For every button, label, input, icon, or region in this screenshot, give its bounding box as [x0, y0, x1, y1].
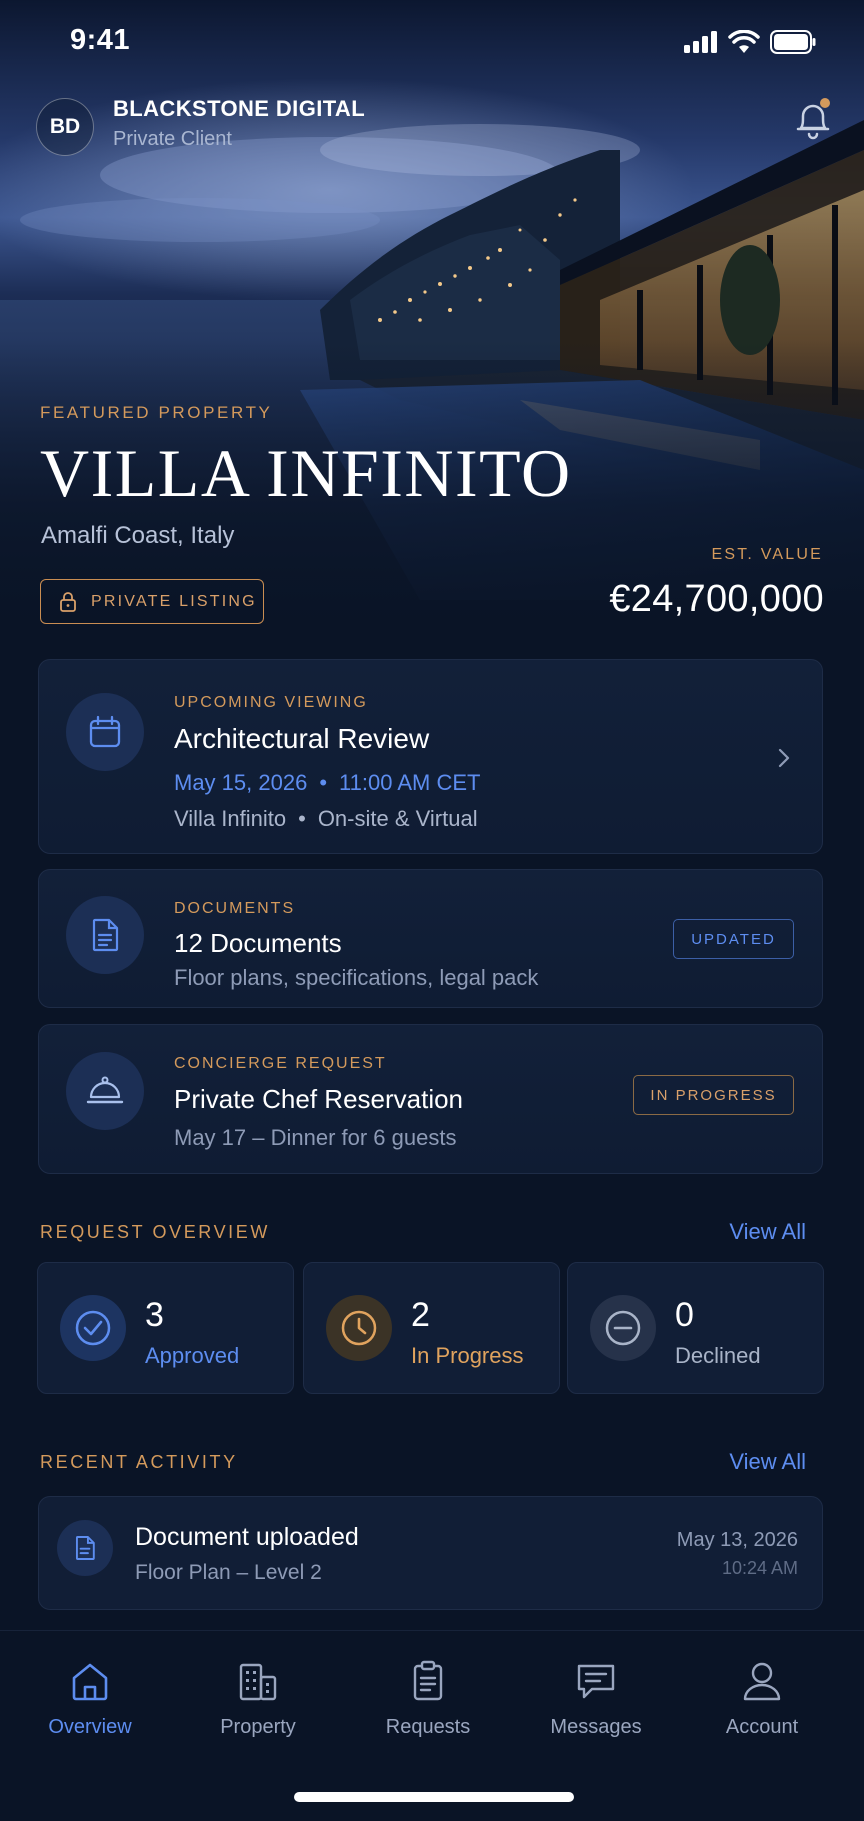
- concierge-label: CONCIERGE REQUEST: [174, 1055, 387, 1072]
- battery-icon: [770, 30, 816, 54]
- concierge-card[interactable]: CONCIERGE REQUEST Private Chef Reservati…: [38, 1024, 823, 1174]
- activity-item[interactable]: Document uploaded Floor Plan – Level 2 M…: [38, 1496, 823, 1610]
- documents-title: 12 Documents: [174, 928, 342, 958]
- concierge-icon-badge: [66, 1052, 144, 1130]
- request-overview-label: REQUEST OVERVIEW: [40, 1222, 270, 1242]
- tab-overview[interactable]: Overview: [15, 1660, 165, 1739]
- status-icons: [684, 30, 816, 54]
- chevron-right-icon: [778, 748, 790, 768]
- tab-overview-label: Overview: [48, 1716, 132, 1738]
- service-bell-icon: [86, 1076, 124, 1104]
- viewing-label: UPCOMING VIEWING: [174, 694, 368, 711]
- stat-in-progress[interactable]: 2 In Progress: [303, 1262, 560, 1394]
- stat-declined[interactable]: 0 Declined: [567, 1262, 824, 1394]
- tab-requests[interactable]: Requests: [353, 1660, 503, 1739]
- tab-messages-label: Messages: [550, 1716, 642, 1738]
- documents-subtitle: Floor plans, specifications, legal pack: [174, 965, 539, 990]
- activity-view-all-link[interactable]: View All: [729, 1449, 806, 1475]
- private-listing-label: PRIVATE LISTING: [91, 592, 257, 610]
- approved-icon-badge: [60, 1295, 126, 1361]
- avatar[interactable]: BD: [36, 98, 94, 156]
- est-value: €24,700,000: [609, 578, 824, 620]
- updated-badge: UPDATED: [673, 919, 794, 959]
- client-type: Private Client: [113, 128, 232, 150]
- stat-approved[interactable]: 3 Approved: [37, 1262, 294, 1394]
- approved-count: 3: [145, 1296, 164, 1334]
- lock-icon: [60, 591, 76, 612]
- separator-dot: •: [298, 806, 306, 831]
- viewing-title: Architectural Review: [174, 723, 430, 754]
- home-indicator[interactable]: [294, 1792, 574, 1802]
- in-progress-badge: IN PROGRESS: [633, 1075, 794, 1115]
- private-listing-chip: PRIVATE LISTING: [40, 579, 264, 624]
- app-screen: 9:41 BD BLACKSTONE DIGITAL Private Clien…: [0, 0, 864, 1821]
- in-progress-label: In Progress: [411, 1343, 524, 1368]
- calendar-icon: [89, 715, 121, 748]
- recent-activity-label: RECENT ACTIVITY: [40, 1452, 238, 1472]
- clipboard-icon: [413, 1660, 443, 1701]
- activity-date: May 13, 2026: [676, 1529, 798, 1551]
- activity-time: 10:24 AM: [721, 1558, 798, 1578]
- clock-icon: [341, 1310, 377, 1346]
- upcoming-viewing-card[interactable]: UPCOMING VIEWING Architectural Review Ma…: [38, 659, 823, 854]
- in-progress-icon-badge: [326, 1295, 392, 1361]
- signal-icon: [684, 31, 717, 53]
- viewing-date: May 15, 2026: [174, 770, 308, 795]
- overview-view-all-link[interactable]: View All: [729, 1219, 806, 1245]
- tab-requests-label: Requests: [385, 1716, 471, 1738]
- declined-icon-badge: [590, 1295, 656, 1361]
- activity-subtitle: Floor Plan – Level 2: [135, 1561, 322, 1584]
- property-title: VILLA INFINITO: [40, 435, 572, 511]
- tab-messages[interactable]: Messages: [521, 1660, 671, 1739]
- document-icon: [75, 1536, 95, 1560]
- document-icon: [92, 918, 119, 952]
- viewing-datetime: May 15, 2026 • 11:00 AM CET: [174, 770, 480, 796]
- notification-button[interactable]: [793, 98, 833, 142]
- tab-account[interactable]: Account: [687, 1660, 837, 1739]
- activity-icon-badge: [57, 1520, 113, 1576]
- property-location: Amalfi Coast, Italy: [41, 522, 235, 549]
- concierge-subtitle: May 17 – Dinner for 6 guests: [174, 1125, 457, 1150]
- user-icon: [743, 1662, 781, 1701]
- viewing-place: Villa Infinito: [174, 806, 287, 831]
- home-icon: [72, 1663, 108, 1701]
- separator-dot: •: [319, 770, 328, 795]
- approved-label: Approved: [145, 1343, 240, 1368]
- est-value-label: EST. VALUE: [711, 546, 823, 563]
- viewing-mode: On-site & Virtual: [317, 806, 478, 831]
- check-circle-icon: [75, 1310, 111, 1346]
- viewing-icon-badge: [66, 693, 144, 771]
- documents-card[interactable]: DOCUMENTS 12 Documents Floor plans, spec…: [38, 869, 823, 1008]
- minus-circle-icon: [605, 1310, 641, 1346]
- viewing-place-row: Villa Infinito • On-site & Virtual: [174, 806, 478, 832]
- in-progress-count: 2: [411, 1296, 430, 1334]
- activity-title: Document uploaded: [135, 1523, 359, 1551]
- viewing-time: 11:00 AM CET: [339, 770, 481, 795]
- building-icon: [239, 1663, 277, 1701]
- bell-icon: [796, 98, 830, 140]
- featured-label: FEATURED PROPERTY: [40, 403, 273, 422]
- declined-label: Declined: [675, 1343, 761, 1368]
- declined-count: 0: [675, 1296, 694, 1334]
- documents-icon-badge: [66, 896, 144, 974]
- company-name: BLACKSTONE DIGITAL: [113, 96, 366, 121]
- status-time: 9:41: [70, 24, 131, 56]
- wifi-icon: [728, 30, 760, 53]
- chat-icon: [577, 1664, 615, 1699]
- tab-property-label: Property: [220, 1716, 296, 1738]
- documents-label: DOCUMENTS: [174, 900, 296, 917]
- concierge-title: Private Chef Reservation: [174, 1084, 464, 1114]
- tab-account-label: Account: [725, 1716, 799, 1738]
- tab-property[interactable]: Property: [183, 1660, 333, 1739]
